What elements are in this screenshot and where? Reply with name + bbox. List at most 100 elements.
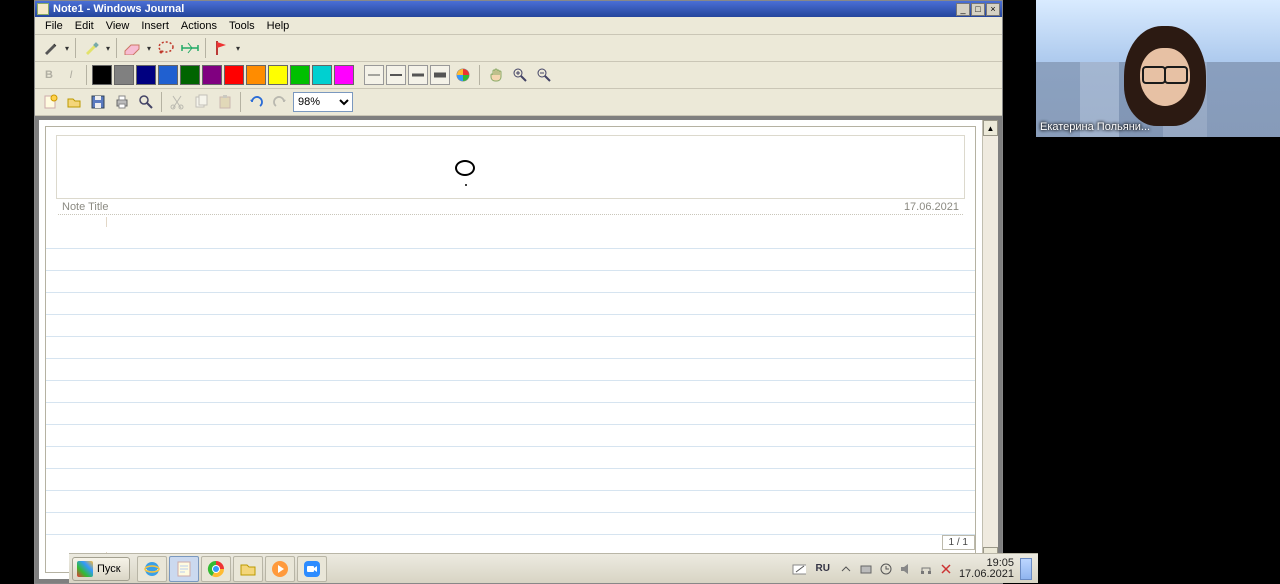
zoom-select[interactable]: 98% [293,92,353,112]
windows-taskbar: Пуск RU [69,553,1038,583]
menu-view[interactable]: View [100,18,136,34]
zoom-out-button[interactable] [533,64,555,86]
windows-journal-window: Note1 - Windows Journal _ □ × File Edit … [34,0,1003,584]
scroll-track[interactable] [983,136,998,547]
zoom-out-icon [536,67,552,83]
tray-clock-icon[interactable] [879,562,893,576]
color-yellow[interactable] [268,65,288,85]
color-blue[interactable] [158,65,178,85]
menu-tools[interactable]: Tools [223,18,261,34]
paste-button[interactable] [214,91,236,113]
menu-insert[interactable]: Insert [135,18,175,34]
start-button[interactable]: Пуск [72,557,130,581]
video-call-thumbnail[interactable]: Екатерина Польяни... [1036,0,1280,137]
copy-button[interactable] [190,91,212,113]
app-icon [37,3,49,15]
menu-edit[interactable]: Edit [69,18,100,34]
vertical-scrollbar[interactable]: ▲ ▼ ▼ [982,120,998,579]
cut-icon [169,94,185,110]
menu-actions[interactable]: Actions [175,18,223,34]
taskbar-explorer[interactable] [233,556,263,582]
find-icon [138,94,154,110]
color-black[interactable] [92,65,112,85]
zoom-in-button[interactable] [509,64,531,86]
thickness-4[interactable] [430,65,450,85]
video-participant-name: Екатерина Польяни... [1040,121,1150,133]
windows-logo-icon [77,561,93,577]
undo-icon [248,94,264,110]
taskbar-media-player[interactable] [265,556,295,582]
pen-dropdown[interactable]: ▾ [63,44,71,53]
document-area: Note Title 17.06.2021 1 1 / 1 ▲ ▼ ▼ [35,116,1002,583]
eraser-tool[interactable] [121,37,143,59]
italic-button[interactable]: I [61,65,81,85]
taskbar-ie[interactable] [137,556,167,582]
title-input-zone[interactable] [56,135,965,199]
color-red[interactable] [224,65,244,85]
color-magenta[interactable] [334,65,354,85]
quick-launch [133,556,331,582]
page-indicator: 1 / 1 [942,535,975,550]
eraser-dropdown[interactable]: ▾ [145,44,153,53]
open-icon [66,94,82,110]
color-orange[interactable] [246,65,266,85]
close-button[interactable]: × [986,3,1000,16]
ink-stroke-dot [465,184,467,186]
print-button[interactable] [111,91,133,113]
taskbar-chrome[interactable] [201,556,231,582]
redo-button[interactable] [269,91,291,113]
tray-device-icon[interactable] [859,562,873,576]
thickness-1[interactable] [364,65,384,85]
pen-tool[interactable] [39,37,61,59]
highlighter-dropdown[interactable]: ▾ [104,44,112,53]
tray-volume-icon[interactable] [899,562,913,576]
color-purple[interactable] [202,65,222,85]
color-darkgreen[interactable] [180,65,200,85]
thickness-2[interactable] [386,65,406,85]
color-cyan[interactable] [312,65,332,85]
thickness-3[interactable] [408,65,428,85]
more-colors-button[interactable] [452,64,474,86]
color-darkgray[interactable] [114,65,134,85]
taskbar-clock[interactable]: 19:05 17.06.2021 [959,558,1014,580]
lasso-select-tool[interactable] [155,37,177,59]
new-note-button[interactable] [39,91,61,113]
taskbar-zoom[interactable] [297,556,327,582]
pen-toolbar: ▾ ▾ ▾ ▾ [35,35,1002,62]
insert-space-icon [181,41,199,55]
pan-tool[interactable] [485,64,507,86]
start-label: Пуск [97,563,121,575]
copy-icon [193,94,209,110]
menu-file[interactable]: File [39,18,69,34]
scroll-up-button[interactable]: ▲ [983,120,998,136]
maximize-button[interactable]: □ [971,3,985,16]
show-desktop-button[interactable] [1020,558,1032,580]
document-toolbar: 98% [35,89,1002,116]
tray-network-icon[interactable] [919,562,933,576]
bold-button[interactable]: B [39,65,59,85]
chrome-icon [207,560,225,578]
color-green[interactable] [290,65,310,85]
cut-button[interactable] [166,91,188,113]
color-navy[interactable] [136,65,156,85]
save-button[interactable] [87,91,109,113]
menu-help[interactable]: Help [261,18,296,34]
taskbar-journal[interactable] [169,556,199,582]
lasso-icon [157,40,175,56]
insert-space-tool[interactable] [179,37,201,59]
find-button[interactable] [135,91,157,113]
flag-dropdown[interactable]: ▾ [234,44,242,53]
tray-safely-remove-icon[interactable] [939,562,953,576]
open-button[interactable] [63,91,85,113]
minimize-button[interactable]: _ [956,3,970,16]
tablet-input-icon[interactable] [792,562,806,576]
language-indicator[interactable]: RU [812,561,832,576]
flag-tool[interactable] [210,37,232,59]
clock-date: 17.06.2021 [959,569,1014,580]
undo-button[interactable] [245,91,267,113]
page-viewport[interactable]: Note Title 17.06.2021 1 1 / 1 [39,120,982,579]
ruled-area[interactable] [46,227,975,552]
note-page[interactable]: Note Title 17.06.2021 1 1 / 1 [45,126,976,573]
highlighter-tool[interactable] [80,37,102,59]
tray-expand-icon[interactable] [839,562,853,576]
